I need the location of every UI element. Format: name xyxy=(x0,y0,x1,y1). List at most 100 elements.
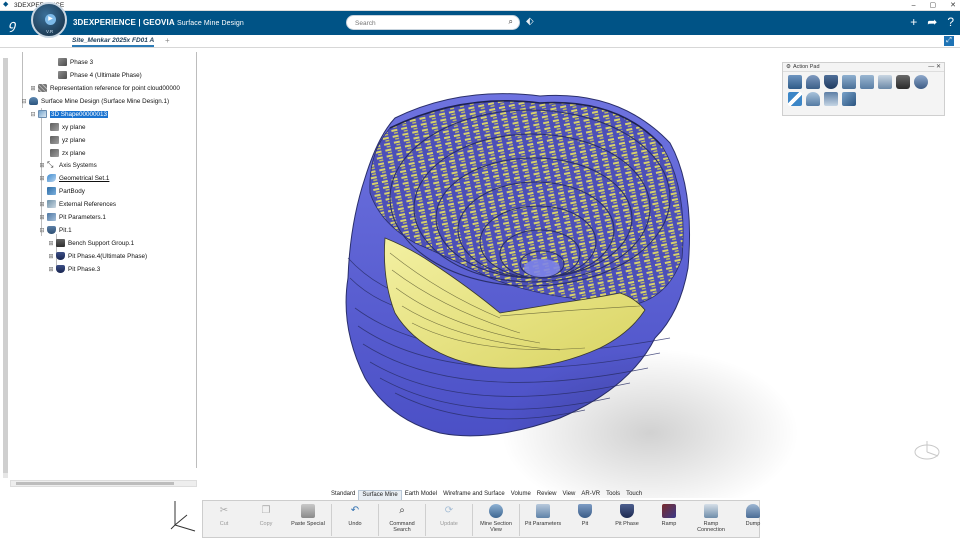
compass-version: V.R xyxy=(46,29,54,34)
tree-node-pit-parameters[interactable]: ⊞ Pit Parameters.1 xyxy=(39,212,106,222)
edit-icon[interactable] xyxy=(788,92,802,106)
ramp-connection-icon xyxy=(704,504,718,518)
tree-node-axis-systems[interactable]: ⊞ ⤡ Axis Systems xyxy=(39,160,96,170)
action-pad-icon: ⚙ xyxy=(786,64,791,70)
action-pad-row-2 xyxy=(783,89,944,106)
tab-surface-mine[interactable]: Surface Mine xyxy=(358,490,402,500)
expand-toggle[interactable]: ⊞ xyxy=(48,266,54,273)
plane-icon xyxy=(50,123,59,131)
pit-icon[interactable] xyxy=(824,75,838,89)
collapse-toggle[interactable]: ⊟ xyxy=(39,227,45,234)
tree-scroll-thumb[interactable] xyxy=(3,58,8,473)
dump-button[interactable]: Dump xyxy=(732,501,774,539)
tab-standard[interactable]: Standard xyxy=(328,490,358,500)
tree-node-surface-mine-design[interactable]: ⊟ Surface Mine Design (Surface Mine Desi… xyxy=(21,96,169,106)
ramp-connection-button[interactable]: Ramp Connection xyxy=(690,501,732,539)
tree-node-3d-shape[interactable]: ⊟ 3D Shape00000013 xyxy=(30,109,109,119)
maximize-view-icon[interactable]: ⤢ xyxy=(944,36,954,46)
tree-node-yz-plane[interactable]: yz plane xyxy=(50,135,85,145)
tab-volume[interactable]: Volume xyxy=(508,490,534,500)
undo-button[interactable]: ↶ Undo xyxy=(334,501,376,539)
cut-button[interactable]: ✂ Cut xyxy=(203,501,245,539)
action-pad: ⚙ Action Pad — ✕ xyxy=(782,62,945,116)
copy-button[interactable]: ❐ Copy xyxy=(245,501,287,539)
tree-hscroll-thumb[interactable] xyxy=(16,482,174,485)
action-pad-controls[interactable]: — ✕ xyxy=(928,63,941,70)
tab-ar-vr[interactable]: AR-VR xyxy=(578,490,603,500)
tab-touch[interactable]: Touch xyxy=(623,490,645,500)
tree-vertical-scrollbar[interactable] xyxy=(3,58,8,478)
maximize-button[interactable]: ▢ xyxy=(930,0,937,11)
tree-node-point-cloud[interactable]: ⊞ Representation reference for point clo… xyxy=(30,83,180,93)
command-search-button[interactable]: ⌕ Command Search xyxy=(381,501,423,539)
expand-toggle[interactable]: ⊞ xyxy=(48,240,54,247)
tree-node-phase-4[interactable]: Phase 4 (Ultimate Phase) xyxy=(58,70,142,80)
minimize-button[interactable]: – xyxy=(912,0,916,11)
add-tab-button[interactable]: + xyxy=(165,36,170,45)
axis-triad[interactable] xyxy=(165,495,200,535)
mine-section-view-button[interactable]: Mine Section View xyxy=(475,501,517,539)
point-cloud-icon xyxy=(38,84,47,92)
expand-toggle[interactable]: ⊞ xyxy=(30,85,36,92)
update-button[interactable]: ⟳ Update xyxy=(428,501,470,539)
expand-toggle[interactable]: ⊞ xyxy=(48,253,54,260)
pit-phase-icon[interactable] xyxy=(842,75,856,89)
pit-phase-button[interactable]: Pit Phase xyxy=(606,501,648,539)
pit-parameters-icon xyxy=(47,213,56,221)
help-icon[interactable]: ? xyxy=(947,15,954,29)
expand-toggle[interactable]: ⊞ xyxy=(39,162,45,169)
ramp-button[interactable]: Ramp xyxy=(648,501,690,539)
play-icon[interactable]: ▶ xyxy=(45,14,56,25)
expand-toggle[interactable]: ⊞ xyxy=(39,201,45,208)
tree-node-bench-support-group[interactable]: ⊞ Bench Support Group.1 xyxy=(48,238,134,248)
bench-icon[interactable] xyxy=(860,75,874,89)
tree-node-pit-phase-4[interactable]: ⊞ Pit Phase.4(Ultimate Phase) xyxy=(48,251,147,261)
paste-special-button[interactable]: Paste Special xyxy=(287,501,329,539)
ramp-icon[interactable] xyxy=(878,75,892,89)
search-box[interactable]: ⌕ xyxy=(346,15,520,30)
search-icon[interactable]: ⌕ xyxy=(509,17,513,27)
add-icon[interactable]: + xyxy=(910,15,917,29)
expand-toggle[interactable]: ⊞ xyxy=(39,175,45,182)
tab-wireframe-and-surface[interactable]: Wireframe and Surface xyxy=(440,490,508,500)
tab-tools[interactable]: Tools xyxy=(603,490,623,500)
share-icon[interactable]: ➦ xyxy=(927,15,937,29)
action-pad-header: ⚙ Action Pad — ✕ xyxy=(783,63,944,72)
tag-icon[interactable]: ⬖ xyxy=(526,16,534,27)
tree-horizontal-scrollbar[interactable] xyxy=(10,480,197,487)
scissors-icon: ✂ xyxy=(219,505,229,516)
search-input[interactable] xyxy=(355,18,495,28)
surface-icon[interactable] xyxy=(806,92,820,106)
close-button[interactable]: ✕ xyxy=(950,0,956,11)
compass-widget[interactable]: ▶ V.R xyxy=(31,2,67,38)
tree-node-part-body[interactable]: PartBody xyxy=(47,186,85,196)
tab-view[interactable]: View xyxy=(559,490,578,500)
ds-logo-icon[interactable]: ꝯ xyxy=(8,15,16,33)
ramp-connection-icon[interactable] xyxy=(896,75,910,89)
expand-toggle[interactable]: ⊞ xyxy=(39,214,45,221)
tree-node-pit[interactable]: ⊟ Pit.1 xyxy=(39,225,72,235)
tree-node-geometrical-set[interactable]: ⊞ Geometrical Set.1 xyxy=(39,173,109,183)
ramp-icon xyxy=(662,504,676,518)
tree-node-zx-plane[interactable]: zx plane xyxy=(50,148,85,158)
view-navigation-icon[interactable] xyxy=(912,438,942,464)
tree-node-phase-3[interactable]: Phase 3 xyxy=(58,57,93,67)
pit-button[interactable]: Pit xyxy=(564,501,606,539)
tab-earth-model[interactable]: Earth Model xyxy=(402,490,440,500)
pit-parameters-icon[interactable] xyxy=(806,75,820,89)
mine-section-view-icon[interactable] xyxy=(788,75,802,89)
collapse-toggle[interactable]: ⊟ xyxy=(30,111,36,118)
tree-node-external-references[interactable]: ⊞ External References xyxy=(39,199,116,209)
action-pad-row-1 xyxy=(783,72,944,89)
specification-tree: Phase 3 Phase 4 (Ultimate Phase) ⊞ Repre… xyxy=(0,52,200,482)
3d-shape-icon xyxy=(38,110,47,118)
dump-icon[interactable] xyxy=(914,75,928,89)
volume-icon[interactable] xyxy=(824,92,838,106)
document-tab[interactable]: Site_Menkar 2025x FD01 A xyxy=(72,37,155,47)
tab-review[interactable]: Review xyxy=(534,490,560,500)
analysis-icon[interactable] xyxy=(842,92,856,106)
tree-node-xy-plane[interactable]: xy plane xyxy=(50,122,85,132)
collapse-toggle[interactable]: ⊟ xyxy=(21,98,27,105)
tree-node-pit-phase-3[interactable]: ⊞ Pit Phase.3 xyxy=(48,264,100,274)
pit-parameters-button[interactable]: Pit Parameters xyxy=(522,501,564,539)
